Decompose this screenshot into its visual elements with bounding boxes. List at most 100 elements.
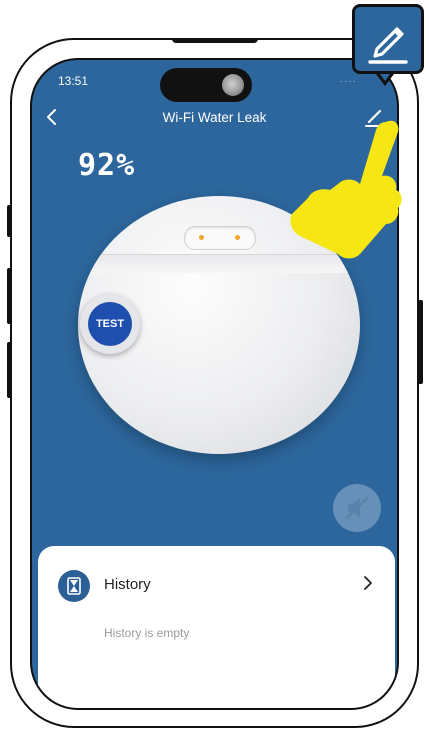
grille-hole [273,326,276,330]
grille-hole [209,391,212,395]
sensor-indicator-window [184,226,256,250]
history-card[interactable]: History History is empty [38,546,395,708]
grille-hole [163,368,166,372]
grille-hole [196,315,200,319]
grille-hole [184,354,188,358]
grille-hole [252,403,256,406]
grille-hole [281,382,285,385]
status-signal-icon: ···· [339,76,357,87]
grille-hole [163,340,166,344]
grille-hole [278,340,282,343]
grille-hole [261,370,265,373]
grille-hole [209,400,213,403]
grille-hole [252,306,256,309]
grille-hole [209,328,213,332]
camera-icon [222,74,244,96]
grille-hole [196,306,200,309]
pencil-icon [368,27,408,64]
grille-hole [196,403,200,406]
grille-hole [287,354,291,358]
grille-hole [239,380,243,384]
grille-hole [239,400,243,403]
phone-side-button [7,268,12,324]
grille-hole [179,339,182,343]
grille-hole [224,306,228,310]
grille-hole [167,382,171,385]
grille-hole [198,339,202,343]
edit-callout [352,4,424,74]
grille-hole [197,411,200,415]
grille-hole [210,300,213,304]
grille-hole [264,315,267,318]
grille-hole [176,326,179,330]
grille-hole [210,293,214,296]
grille-hole [176,382,179,386]
grille-hole [273,382,276,386]
phone-side-button [7,205,12,237]
grille-hole [224,394,228,398]
grille-hole [263,382,267,386]
grille-hole [261,339,265,342]
grille-hole [239,328,243,332]
grille-hole [264,404,267,407]
grille-hole [196,393,200,397]
grille-hole [224,298,228,302]
test-button[interactable]: TEST [80,294,140,354]
grille-hole [250,339,254,343]
grille-hole [224,410,228,414]
grille-hole [281,327,285,330]
grille-hole [185,404,188,407]
grille-hole [224,291,228,295]
phone-top-speaker [172,38,258,43]
mute-button[interactable] [333,484,381,532]
grille-hole [252,411,255,415]
grille-hole [224,417,228,421]
grille-hole [176,354,180,358]
grille-hole [239,408,242,412]
grille-hole [187,370,191,373]
grille-hole [197,297,200,301]
grille-hole [263,326,267,330]
indicator-led [199,235,204,240]
grille-hole [170,340,174,343]
grille-hole [238,293,242,296]
grille-hole [278,369,282,372]
screenshot-root: 13:51 ···· Wi-Fi Water Leak 92% TEST His… [0,0,429,733]
grille-hole [286,368,289,372]
grille-hole [264,354,268,358]
grille-hole [168,354,172,358]
grille-hole [252,315,256,319]
grille-hole [185,315,188,318]
dynamic-island [160,68,252,102]
grille-hole [161,354,165,358]
grille-hole [209,309,213,312]
test-button-label: TEST [88,302,132,346]
status-time: 13:51 [58,74,89,88]
grille-hole [179,369,182,373]
grille-hole [187,339,191,342]
grille-hole [270,339,273,343]
grille-hole [185,394,188,397]
grille-hole [185,305,188,308]
grille-hole [239,309,243,312]
chevron-right-icon[interactable] [361,574,375,597]
grille-hole [254,354,258,358]
grille-hole [240,391,243,395]
history-label: History [104,576,151,593]
grille-hole [175,315,178,318]
phone-side-button [418,300,423,384]
indicator-led [235,235,240,240]
grille-hole [185,326,189,330]
grille-hole [224,324,228,328]
grille-hole [272,354,276,358]
grille-hole [167,327,171,330]
phone-side-button [7,342,12,398]
grille-hole [224,314,228,318]
battery-level: 92% [78,148,136,183]
grille-hole [252,297,255,301]
grille-hole [264,394,267,397]
grille-hole [170,369,174,372]
grille-hole [252,393,256,397]
grille-hole [209,380,213,384]
grille-hole [253,326,256,329]
